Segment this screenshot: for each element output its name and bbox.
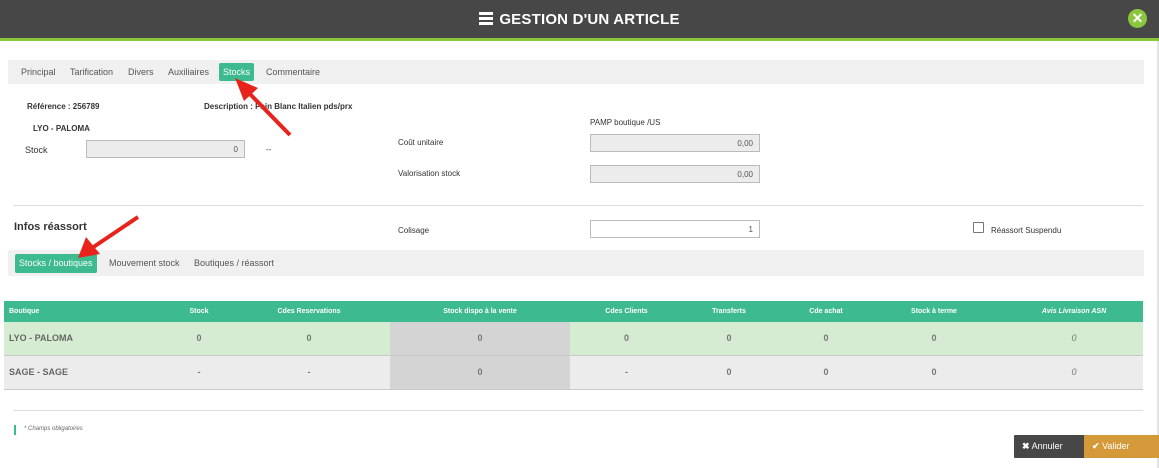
annotation-arrows [78, 78, 292, 258]
arrow-to-stocks-boutiques [78, 215, 140, 258]
arrow-to-stocks-tab [235, 78, 292, 137]
